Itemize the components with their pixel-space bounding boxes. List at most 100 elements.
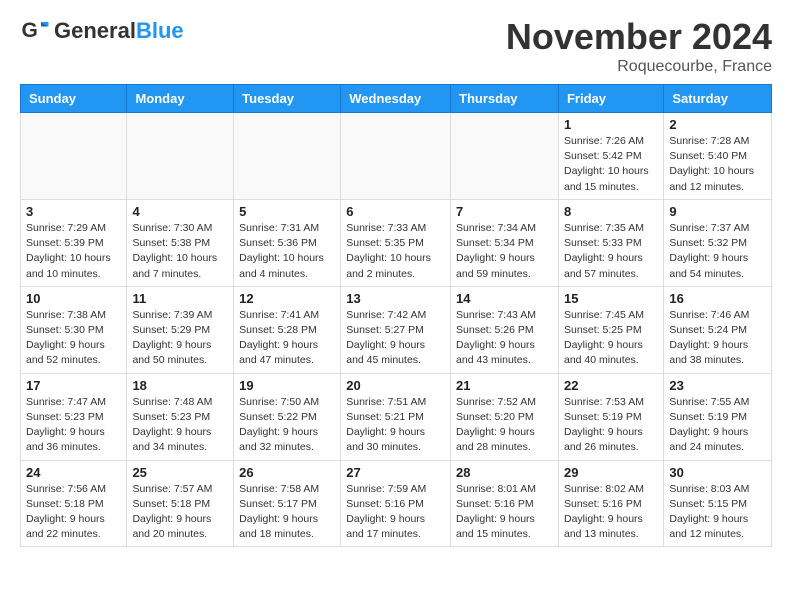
day-info: Sunrise: 7:59 AM Sunset: 5:16 PM Dayligh… xyxy=(346,482,445,543)
day-info: Sunrise: 7:42 AM Sunset: 5:27 PM Dayligh… xyxy=(346,308,445,369)
day-info: Sunrise: 7:38 AM Sunset: 5:30 PM Dayligh… xyxy=(26,308,121,369)
calendar-cell: 27Sunrise: 7:59 AM Sunset: 5:16 PM Dayli… xyxy=(341,460,451,547)
day-number: 16 xyxy=(669,291,766,306)
calendar-cell: 7Sunrise: 7:34 AM Sunset: 5:34 PM Daylig… xyxy=(451,199,559,286)
calendar-cell: 8Sunrise: 7:35 AM Sunset: 5:33 PM Daylig… xyxy=(558,199,663,286)
day-number: 20 xyxy=(346,378,445,393)
day-number: 18 xyxy=(132,378,228,393)
day-number: 25 xyxy=(132,465,228,480)
calendar-cell: 19 Sunrise: 7:50 AM Sunset: 5:22 PM Dayli… xyxy=(234,373,341,460)
svg-text:G: G xyxy=(22,19,38,42)
calendar-week-1: 3 Sunrise: 7:29 AM Sunset: 5:39 PM Daylig… xyxy=(21,199,772,286)
calendar-cell: 13 Sunrise: 7:42 AM Sunset: 5:27 PM Dayli… xyxy=(341,286,451,373)
day-number: 12 xyxy=(239,291,335,306)
day-number: 15 xyxy=(564,291,658,306)
calendar-wrapper: SundayMondayTuesdayWednesdayThursdayFrid… xyxy=(0,84,792,557)
calendar-cell: 12 Sunrise: 7:41 AM Sunset: 5:28 PM Dayli… xyxy=(234,286,341,373)
calendar-cell: 11Sunrise: 7:39 AM Sunset: 5:29 PM Dayli… xyxy=(127,286,234,373)
day-number: 21 xyxy=(456,378,553,393)
day-info: Sunrise: 7:53 AM Sunset: 5:19 PM Dayligh… xyxy=(564,395,658,456)
page-header: G GeneralBlue November 2024 Roquecourbe,… xyxy=(0,0,792,84)
day-number: 24 xyxy=(26,465,121,480)
day-info: Sunrise: 8:02 AM Sunset: 5:16 PM Dayligh… xyxy=(564,482,658,543)
day-info: Sunrise: 7:57 AM Sunset: 5:18 PM Dayligh… xyxy=(132,482,228,543)
day-info: Sunrise: 7:30 AM Sunset: 5:38 PM Dayligh… xyxy=(132,221,228,282)
calendar-cell: 26 Sunrise: 7:58 AM Sunset: 5:17 PM Dayli… xyxy=(234,460,341,547)
calendar-cell: 3 Sunrise: 7:29 AM Sunset: 5:39 PM Daylig… xyxy=(21,199,127,286)
calendar-cell: 4 Sunrise: 7:30 AM Sunset: 5:38 PM Daylig… xyxy=(127,199,234,286)
day-info: Sunrise: 7:50 AM Sunset: 5:22 PM Dayligh… xyxy=(239,395,335,456)
calendar-cell: 22Sunrise: 7:53 AM Sunset: 5:19 PM Dayli… xyxy=(558,373,663,460)
calendar-header-monday: Monday xyxy=(127,85,234,113)
calendar-week-0: 1Sunrise: 7:26 AM Sunset: 5:42 PM Daylig… xyxy=(21,113,772,200)
calendar-cell: 6 Sunrise: 7:33 AM Sunset: 5:35 PM Daylig… xyxy=(341,199,451,286)
calendar-cell: 17Sunrise: 7:47 AM Sunset: 5:23 PM Dayli… xyxy=(21,373,127,460)
day-info: Sunrise: 7:47 AM Sunset: 5:23 PM Dayligh… xyxy=(26,395,121,456)
day-number: 13 xyxy=(346,291,445,306)
calendar-cell: 2Sunrise: 7:28 AM Sunset: 5:40 PM Daylig… xyxy=(664,113,772,200)
day-number: 28 xyxy=(456,465,553,480)
calendar-table: SundayMondayTuesdayWednesdayThursdayFrid… xyxy=(20,84,772,547)
calendar-cell: 10 Sunrise: 7:38 AM Sunset: 5:30 PM Dayli… xyxy=(21,286,127,373)
day-info: Sunrise: 7:56 AM Sunset: 5:18 PM Dayligh… xyxy=(26,482,121,543)
day-info: Sunrise: 7:33 AM Sunset: 5:35 PM Dayligh… xyxy=(346,221,445,282)
logo: G GeneralBlue xyxy=(20,16,184,46)
calendar-cell xyxy=(234,113,341,200)
day-info: Sunrise: 8:03 AM Sunset: 5:15 PM Dayligh… xyxy=(669,482,766,543)
calendar-cell xyxy=(451,113,559,200)
calendar-cell: 18 Sunrise: 7:48 AM Sunset: 5:23 PM Dayli… xyxy=(127,373,234,460)
calendar-week-4: 24 Sunrise: 7:56 AM Sunset: 5:18 PM Dayli… xyxy=(21,460,772,547)
calendar-cell xyxy=(341,113,451,200)
day-number: 2 xyxy=(669,117,766,132)
calendar-cell: 24 Sunrise: 7:56 AM Sunset: 5:18 PM Dayli… xyxy=(21,460,127,547)
day-number: 23 xyxy=(669,378,766,393)
day-number: 8 xyxy=(564,204,658,219)
calendar-cell: 16Sunrise: 7:46 AM Sunset: 5:24 PM Dayli… xyxy=(664,286,772,373)
day-info: Sunrise: 7:51 AM Sunset: 5:21 PM Dayligh… xyxy=(346,395,445,456)
day-number: 3 xyxy=(26,204,121,219)
day-number: 14 xyxy=(456,291,553,306)
day-number: 19 xyxy=(239,378,335,393)
calendar-cell: 15 Sunrise: 7:45 AM Sunset: 5:25 PM Dayli… xyxy=(558,286,663,373)
calendar-header-row: SundayMondayTuesdayWednesdayThursdayFrid… xyxy=(21,85,772,113)
calendar-header-sunday: Sunday xyxy=(21,85,127,113)
calendar-cell: 21 Sunrise: 7:52 AM Sunset: 5:20 PM Dayli… xyxy=(451,373,559,460)
calendar-cell: 5 Sunrise: 7:31 AM Sunset: 5:36 PM Daylig… xyxy=(234,199,341,286)
calendar-week-2: 10 Sunrise: 7:38 AM Sunset: 5:30 PM Dayli… xyxy=(21,286,772,373)
day-info: Sunrise: 7:52 AM Sunset: 5:20 PM Dayligh… xyxy=(456,395,553,456)
logo-text: GeneralBlue xyxy=(54,19,184,43)
day-number: 5 xyxy=(239,204,335,219)
day-info: Sunrise: 7:31 AM Sunset: 5:36 PM Dayligh… xyxy=(239,221,335,282)
calendar-cell: 23 Sunrise: 7:55 AM Sunset: 5:19 PM Dayli… xyxy=(664,373,772,460)
day-number: 26 xyxy=(239,465,335,480)
day-info: Sunrise: 7:41 AM Sunset: 5:28 PM Dayligh… xyxy=(239,308,335,369)
day-number: 9 xyxy=(669,204,766,219)
day-number: 29 xyxy=(564,465,658,480)
day-number: 1 xyxy=(564,117,658,132)
day-number: 30 xyxy=(669,465,766,480)
day-number: 6 xyxy=(346,204,445,219)
calendar-cell: 1Sunrise: 7:26 AM Sunset: 5:42 PM Daylig… xyxy=(558,113,663,200)
day-info: Sunrise: 7:37 AM Sunset: 5:32 PM Dayligh… xyxy=(669,221,766,282)
day-info: Sunrise: 7:58 AM Sunset: 5:17 PM Dayligh… xyxy=(239,482,335,543)
month-title: November 2024 xyxy=(506,16,772,58)
day-info: Sunrise: 8:01 AM Sunset: 5:16 PM Dayligh… xyxy=(456,482,553,543)
calendar-cell: 14 Sunrise: 7:43 AM Sunset: 5:26 PM Dayli… xyxy=(451,286,559,373)
day-number: 7 xyxy=(456,204,553,219)
day-number: 4 xyxy=(132,204,228,219)
calendar-header-saturday: Saturday xyxy=(664,85,772,113)
calendar-cell: 20 Sunrise: 7:51 AM Sunset: 5:21 PM Dayli… xyxy=(341,373,451,460)
day-info: Sunrise: 7:48 AM Sunset: 5:23 PM Dayligh… xyxy=(132,395,228,456)
day-number: 10 xyxy=(26,291,121,306)
day-info: Sunrise: 7:55 AM Sunset: 5:19 PM Dayligh… xyxy=(669,395,766,456)
calendar-cell: 25 Sunrise: 7:57 AM Sunset: 5:18 PM Dayli… xyxy=(127,460,234,547)
day-info: Sunrise: 7:29 AM Sunset: 5:39 PM Dayligh… xyxy=(26,221,121,282)
day-number: 11 xyxy=(132,291,228,306)
calendar-header-friday: Friday xyxy=(558,85,663,113)
location: Roquecourbe, France xyxy=(506,58,772,76)
calendar-cell: 28 Sunrise: 8:01 AM Sunset: 5:16 PM Dayli… xyxy=(451,460,559,547)
day-info: Sunrise: 7:43 AM Sunset: 5:26 PM Dayligh… xyxy=(456,308,553,369)
calendar-week-3: 17Sunrise: 7:47 AM Sunset: 5:23 PM Dayli… xyxy=(21,373,772,460)
day-info: Sunrise: 7:45 AM Sunset: 5:25 PM Dayligh… xyxy=(564,308,658,369)
calendar-header-wednesday: Wednesday xyxy=(341,85,451,113)
